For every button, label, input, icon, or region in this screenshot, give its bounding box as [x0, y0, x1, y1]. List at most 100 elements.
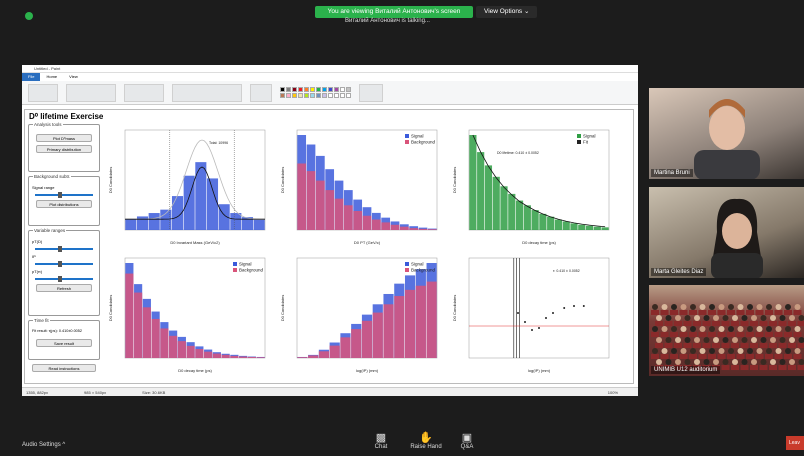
palette-swatch[interactable] [328, 87, 333, 92]
legend-swatch [577, 140, 581, 144]
leave-button[interactable]: Leav [786, 436, 804, 450]
audience-member [798, 315, 804, 321]
auditorium-seat [793, 310, 802, 315]
bar [585, 225, 594, 230]
auditorium-seat [746, 332, 754, 337]
audience-member [694, 337, 700, 343]
palette-swatch[interactable] [346, 87, 351, 92]
audience-member [709, 304, 715, 310]
audience-member [770, 315, 776, 321]
auditorium-seat [731, 343, 739, 348]
palette-swatch[interactable] [280, 93, 285, 98]
color-palette[interactable] [280, 87, 351, 98]
bar [136, 216, 149, 230]
palette-swatch[interactable] [322, 93, 327, 98]
audience-member [709, 348, 715, 354]
plot-mass-button[interactable]: Plot D⁰mass [36, 134, 92, 142]
bar [343, 205, 353, 230]
auditorium-seat [755, 332, 764, 337]
signal-range-slider[interactable] [35, 192, 93, 198]
bar [362, 215, 372, 230]
tab-view[interactable]: View [63, 73, 84, 81]
audience-member [728, 304, 734, 310]
bar [415, 285, 426, 358]
palette-swatch[interactable] [310, 93, 315, 98]
palette-swatch[interactable] [346, 93, 351, 98]
auditorium-seat [721, 365, 730, 370]
palette-swatch[interactable] [292, 93, 297, 98]
bar [186, 345, 195, 358]
audience-member [779, 359, 786, 365]
pt-pi-slider[interactable] [35, 276, 93, 282]
tab-file[interactable]: File [22, 73, 41, 81]
auditorium-seat [693, 321, 701, 326]
audience-member [732, 337, 738, 343]
size-group[interactable] [250, 83, 272, 102]
shield-icon[interactable] [25, 12, 33, 20]
tab-home[interactable]: Home [40, 73, 63, 81]
legend-swatch [405, 262, 409, 266]
participant-tile[interactable]: Marta Gleites Diaz [649, 187, 804, 278]
raise-hand-button[interactable]: ✋ Raise Hand [408, 432, 444, 450]
scatter-point [582, 305, 585, 307]
bar [562, 221, 570, 230]
audio-settings-button[interactable]: Audio Settings ^ [22, 442, 65, 448]
palette-swatch[interactable] [292, 87, 297, 92]
palette-swatch[interactable] [298, 93, 303, 98]
audience-member [699, 326, 706, 332]
auditorium-seat [674, 343, 682, 348]
audience-member [661, 348, 668, 354]
primary-distribution-button[interactable]: Primary distribution [36, 145, 92, 153]
image-group[interactable] [66, 83, 116, 102]
auditorium-seat [778, 365, 787, 370]
view-options-button[interactable]: View Options ⌄ [476, 6, 538, 18]
zoom-level[interactable]: 100% [608, 388, 618, 396]
shapes-group[interactable] [172, 83, 242, 102]
bar [256, 357, 265, 358]
qa-button[interactable]: ▣ Q&A [458, 432, 476, 450]
palette-swatch[interactable] [298, 87, 303, 92]
save-result-button[interactable]: Save result [36, 339, 92, 347]
bar [142, 307, 151, 358]
auditorium-seat [708, 332, 716, 337]
palette-swatch[interactable] [316, 93, 321, 98]
participant-tile[interactable]: Martina Bruni [649, 88, 804, 179]
palette-swatch[interactable] [316, 87, 321, 92]
tools-group[interactable] [124, 83, 164, 102]
bar [230, 213, 242, 230]
ip-slider[interactable] [35, 261, 93, 267]
auditorium-seat [702, 343, 711, 348]
audience-member [737, 304, 744, 310]
auditorium-seat [651, 310, 659, 315]
x-axis-label: D0 decay time (ps) [522, 240, 556, 245]
qa-label: Q&A [460, 444, 474, 450]
palette-swatch[interactable] [334, 87, 339, 92]
palette-swatch[interactable] [310, 87, 315, 92]
clipboard-group[interactable] [28, 83, 58, 102]
participant-tile[interactable]: UNIMIB U12 auditorium [649, 285, 804, 376]
auditorium-seat [736, 310, 745, 315]
palette-swatch[interactable] [340, 93, 345, 98]
read-instructions-button[interactable]: Read instructions [32, 364, 96, 372]
scatter-point [538, 327, 540, 329]
audience-member [656, 337, 662, 343]
lifetime-scan-plot: log(IP) (mm) D0 Candidates τ: 0.410 ± 0.00… [451, 252, 616, 376]
palette-swatch[interactable] [334, 93, 339, 98]
bar [399, 226, 409, 230]
edit-colors-button[interactable] [359, 83, 383, 102]
palette-swatch[interactable] [280, 87, 285, 92]
pt-slider[interactable] [35, 246, 93, 252]
palette-swatch[interactable] [304, 93, 309, 98]
palette-swatch[interactable] [304, 87, 309, 92]
palette-swatch[interactable] [322, 87, 327, 92]
auditorium-seat [683, 321, 692, 326]
palette-swatch[interactable] [328, 93, 333, 98]
chat-button[interactable]: ▩ Chat [372, 432, 390, 450]
auditorium-seat [788, 343, 796, 348]
palette-swatch[interactable] [286, 87, 291, 92]
refresh-button[interactable]: Refresh [36, 284, 92, 292]
plot-distributions-button[interactable]: Plot distributions [36, 200, 92, 208]
auditorium-seat [765, 354, 773, 359]
palette-swatch[interactable] [340, 87, 345, 92]
palette-swatch[interactable] [286, 93, 291, 98]
